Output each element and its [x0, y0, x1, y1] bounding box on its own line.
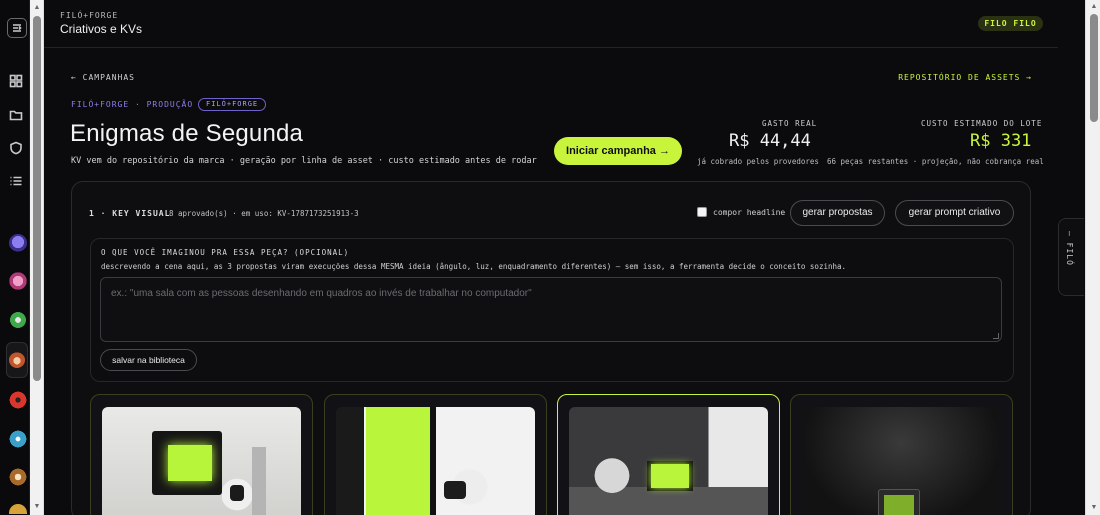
brand-tag: FILÓ+FORGE [198, 98, 267, 111]
top-bar: FILÓ+FORGE Criativos e KVs FILO FILO [44, 0, 1058, 48]
scroll-up-icon[interactable]: ▲ [1087, 1, 1100, 13]
key-visual-heading: 1 · KEY VISUAL [89, 209, 171, 218]
generate-proposals-button[interactable]: gerar propostas [790, 200, 885, 226]
rail-scrollbar[interactable]: ▲ ▼ [30, 0, 44, 515]
main-content: FILÓ+FORGE Criativos e KVs FILO FILO ← C… [44, 0, 1058, 515]
filo-drawer-tab[interactable]: — FILÓ [1058, 218, 1084, 296]
compose-headline-checkbox[interactable] [697, 207, 707, 217]
spent-label: GASTO REAL [762, 119, 818, 128]
avatar-yellow-icon[interactable] [9, 504, 27, 514]
key-visual-meta: 8 aprovado(s) · em uso: KV-1787173251913… [169, 209, 359, 218]
back-to-campaigns-link[interactable]: ← CAMPANHAS [71, 73, 135, 82]
proposal-image [802, 407, 1001, 515]
page-title: Enigmas de Segunda [70, 120, 304, 147]
compose-headline-label: compor headline [713, 207, 786, 217]
save-to-library-button[interactable]: salvar na biblioteca [100, 349, 197, 371]
left-rail [0, 0, 30, 515]
scrollbar-thumb[interactable] [33, 16, 41, 381]
estimate-note: 66 peças restantes · projeção, não cobra… [827, 157, 1044, 166]
generate-creative-prompt-button[interactable]: gerar prompt criativo [895, 200, 1014, 226]
grid-icon[interactable] [7, 72, 25, 90]
start-campaign-button[interactable]: Iniciar campanha → [554, 137, 682, 165]
shield-icon[interactable] [7, 139, 25, 157]
idea-placeholder: ex.: "uma sala com as pessoas desenhando… [111, 288, 532, 299]
brand-label: FILÓ+FORGE [60, 11, 119, 20]
idea-help-text: descrevendo a cena aqui, as 3 propostas … [101, 262, 847, 271]
scroll-down-icon[interactable]: ▼ [30, 501, 44, 513]
compose-headline-toggle[interactable]: compor headline [697, 207, 785, 217]
proposal-image [336, 407, 535, 515]
avatar-pink-icon[interactable] [9, 272, 27, 290]
resize-grip-icon[interactable] [993, 333, 999, 339]
idea-textarea[interactable]: ex.: "uma sala com as pessoas desenhando… [100, 277, 1002, 342]
avatar-brown-icon[interactable] [9, 468, 27, 486]
page-scrollbar[interactable]: ▲ ▼ [1085, 0, 1100, 515]
proposal-image [102, 407, 301, 515]
proposal-card[interactable] [324, 394, 547, 515]
proposal-image [569, 407, 768, 515]
avatar-red-icon[interactable] [9, 391, 27, 409]
page-subtitle: KV vem do repositório da marca · geração… [71, 156, 537, 166]
list-icon[interactable] [7, 172, 25, 190]
page-section-title: Criativos e KVs [60, 22, 143, 36]
proposal-card[interactable] [90, 394, 313, 515]
avatar-blue-icon[interactable] [9, 430, 27, 448]
asset-repository-link[interactable]: REPOSITÓRIO DE ASSETS → [898, 73, 1032, 82]
scroll-down-icon[interactable]: ▼ [1087, 502, 1100, 514]
menu-toggle-icon[interactable] [7, 18, 27, 38]
idea-question-label: O QUE VOCÊ IMAGINOU PRA ESSA PEÇA? (OPCI… [101, 248, 350, 257]
user-pill[interactable]: FILO FILO [978, 16, 1043, 31]
folder-icon[interactable] [7, 106, 25, 124]
bear-face-icon [9, 352, 25, 368]
proposal-card[interactable] [790, 394, 1013, 515]
avatar-bear-selected-icon[interactable] [6, 342, 28, 378]
scroll-up-icon[interactable]: ▲ [30, 2, 44, 14]
drawer-label: — FILÓ [1065, 231, 1074, 266]
estimate-value: R$ 331 [970, 131, 1032, 151]
scrollbar-thumb[interactable] [1090, 14, 1098, 122]
avatar-purple-icon[interactable] [9, 234, 27, 252]
spent-note: já cobrado pelos provedores [697, 157, 819, 166]
avatar-green-icon[interactable] [9, 311, 27, 329]
proposal-card-selected[interactable] [557, 394, 780, 515]
breadcrumb: FILÓ+FORGE · PRODUÇÃO [71, 100, 194, 109]
estimate-label: CUSTO ESTIMADO DO LOTE [921, 119, 1043, 128]
spent-value: R$ 44,44 [729, 131, 811, 151]
